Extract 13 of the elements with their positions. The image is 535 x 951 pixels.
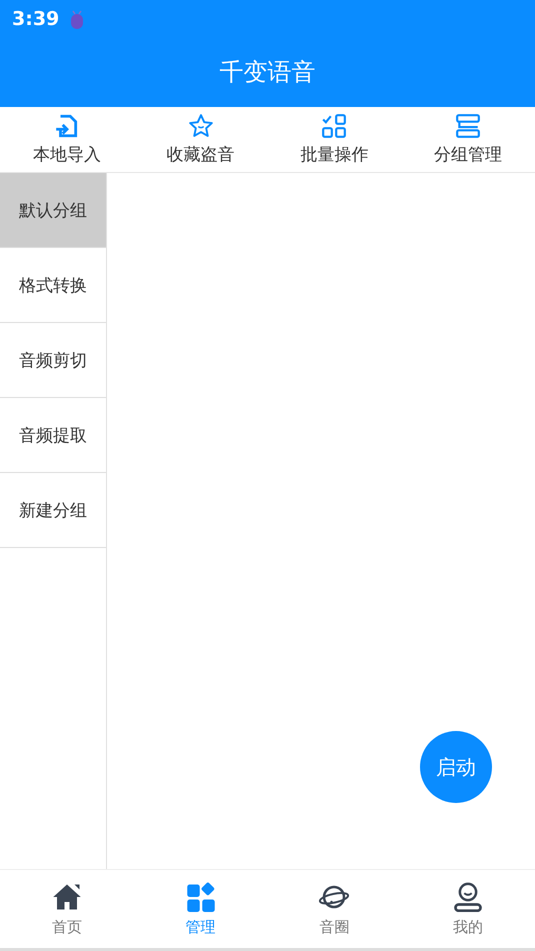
tab[interactable]: 音圈 — [268, 870, 402, 948]
tab[interactable]: 首页 — [0, 870, 134, 948]
checklist-grid-icon — [321, 113, 348, 139]
group-blocks-icon — [455, 113, 482, 139]
tab[interactable]: 我的 — [401, 870, 535, 948]
sidebar-item[interactable]: 默认分组 — [0, 173, 106, 248]
home-icon — [52, 882, 82, 912]
user-icon — [453, 882, 484, 912]
star-icon — [188, 113, 214, 139]
grid-icon — [186, 882, 216, 912]
app-title: 千变语音 — [220, 57, 316, 88]
file-import-icon — [54, 113, 80, 139]
status-time: 3:39 — [12, 8, 60, 30]
